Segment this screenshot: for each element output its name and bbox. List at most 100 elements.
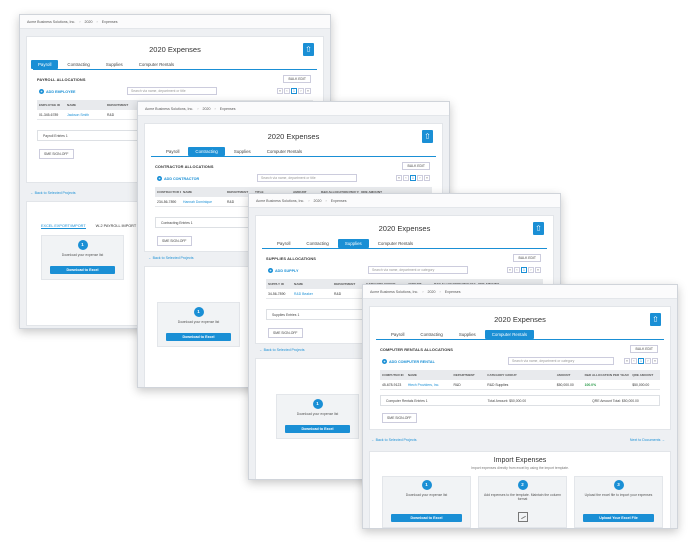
next-page-button[interactable]: › — [298, 88, 304, 94]
tab-supplies[interactable]: Supplies — [337, 239, 369, 248]
tab-payroll[interactable]: Payroll — [31, 60, 59, 69]
last-page-button[interactable]: » — [305, 88, 311, 94]
prev-page-button[interactable]: ‹ — [284, 88, 290, 94]
col-name[interactable]: NAME — [406, 373, 452, 377]
tab-w2-import[interactable]: W-2 PAYROLL IMPORT — [96, 224, 137, 229]
download-excel-button[interactable]: Download to Excel — [166, 333, 231, 341]
tab-payroll[interactable]: Payroll — [384, 330, 411, 339]
tab-supplies[interactable]: Supplies — [99, 60, 130, 69]
prev-page-button[interactable]: ‹ — [631, 358, 637, 364]
sign-off-button[interactable]: SME SIGN-OFF — [39, 149, 74, 159]
upload-icon[interactable]: ⇧ — [650, 313, 661, 326]
breadcrumb-year[interactable]: 2020 — [85, 20, 93, 24]
col-id[interactable]: SUPPLY ID — [266, 282, 292, 286]
next-page-button[interactable]: › — [528, 267, 534, 273]
search-input[interactable]: Search via name, department or title — [257, 174, 357, 182]
breadcrumb-company[interactable]: Acme Business Solutions, Inc. — [256, 199, 304, 203]
tab-computer-rentals[interactable]: Computer Rentals — [132, 60, 181, 69]
search-input[interactable]: Search via name, department or category — [368, 266, 468, 274]
table-row[interactable]: 45-678-9123 Htech Providers, Inc. R&D R&… — [380, 381, 660, 390]
back-link[interactable]: ← Back to Selected Projects — [259, 348, 305, 352]
last-page-button[interactable]: » — [652, 358, 658, 364]
cell-name[interactable]: Hannah Dominique — [181, 200, 225, 204]
tab-computer-rentals[interactable]: Computer Rentals — [371, 239, 420, 248]
breadcrumb-company[interactable]: Acme Business Solutions, Inc. — [27, 20, 75, 24]
bulk-edit-button[interactable]: BULK EDIT — [283, 75, 311, 83]
breadcrumb-year[interactable]: 2020 — [428, 290, 436, 294]
col-id[interactable]: CONTRACTOR ID — [155, 190, 181, 194]
col-name[interactable]: NAME — [181, 190, 225, 194]
next-documents-link[interactable]: Next to Documents → — [630, 438, 665, 442]
breadcrumb-company[interactable]: Acme Business Solutions, Inc. — [370, 290, 418, 294]
cell-name[interactable]: Htech Providers, Inc. — [406, 383, 452, 387]
breadcrumb-page: Expenses — [330, 198, 347, 203]
breadcrumb-company[interactable]: Acme Business Solutions, Inc. — [145, 107, 193, 111]
cell-allocation[interactable]: 100.0% — [583, 383, 631, 387]
bulk-edit-button[interactable]: BULK EDIT — [630, 345, 658, 353]
sign-off-button[interactable]: SME SIGN-OFF — [268, 328, 303, 338]
col-category[interactable]: CATEGORY GROUP — [485, 373, 555, 377]
col-amount[interactable]: AMOUNT — [555, 373, 583, 377]
upload-icon[interactable]: ⇧ — [422, 130, 433, 143]
col-allocation[interactable]: R&D ALLOCATION PER YEAR — [583, 373, 631, 377]
tab-contracting[interactable]: Contracting — [299, 239, 335, 248]
cell-name[interactable]: Jackson Smith — [65, 113, 105, 117]
last-page-button[interactable]: » — [535, 267, 541, 273]
back-link[interactable]: ← Back to Selected Projects — [148, 256, 194, 260]
col-department[interactable]: DEPARTMENT — [452, 373, 486, 377]
breadcrumb-year[interactable]: 2020 — [203, 107, 211, 111]
col-name[interactable]: NAME — [65, 103, 105, 107]
col-name[interactable]: NAME — [292, 282, 332, 286]
col-id[interactable]: COMPUTER ID — [380, 373, 406, 377]
download-excel-button[interactable]: Download to Excel — [50, 266, 115, 274]
add-employee-button[interactable]: + ADD EMPLOYEE — [39, 89, 76, 94]
tab-contracting[interactable]: Contracting — [60, 60, 96, 69]
add-supply-button[interactable]: + ADD SUPPLY — [268, 268, 298, 273]
tab-payroll[interactable]: Payroll — [159, 147, 186, 156]
current-page[interactable]: 1 — [410, 175, 416, 181]
prev-page-button[interactable]: ‹ — [514, 267, 520, 273]
search-input[interactable]: Search via name, department or title — [127, 87, 217, 95]
section-title: SUPPLIES ALLOCATIONS — [266, 256, 316, 261]
col-qre[interactable]: QRE AMOUNT — [630, 373, 660, 377]
download-excel-button[interactable]: Download to Excel — [391, 514, 462, 522]
tab-excel-import[interactable]: EXCEL EXPORT/IMPORT — [41, 224, 86, 229]
first-page-button[interactable]: « — [396, 175, 402, 181]
tab-contracting[interactable]: Contracting — [188, 147, 225, 156]
col-id[interactable]: EMPLOYEE ID — [37, 103, 65, 107]
cell-name[interactable]: R&D Beaker — [292, 292, 332, 296]
tab-computer-rentals[interactable]: Computer Rentals — [484, 330, 535, 339]
col-department[interactable]: DEPARTMENT — [105, 103, 135, 107]
current-page[interactable]: 1 — [291, 88, 297, 94]
step-text: Download your expense list — [405, 493, 448, 497]
tab-contracting[interactable]: Contracting — [413, 330, 449, 339]
bulk-edit-button[interactable]: BULK EDIT — [402, 162, 430, 170]
last-page-button[interactable]: » — [424, 175, 430, 181]
search-input[interactable]: Search via name, department or category — [508, 357, 614, 365]
current-page[interactable]: 1 — [521, 267, 527, 273]
first-page-button[interactable]: « — [507, 267, 513, 273]
tab-supplies[interactable]: Supplies — [227, 147, 258, 156]
back-link[interactable]: ← Back to Selected Projects — [371, 438, 417, 442]
tab-computer-rentals[interactable]: Computer Rentals — [260, 147, 309, 156]
next-page-button[interactable]: › — [417, 175, 423, 181]
sign-off-button[interactable]: SME SIGN-OFF — [382, 413, 417, 423]
prev-page-button[interactable]: ‹ — [403, 175, 409, 181]
first-page-button[interactable]: « — [277, 88, 283, 94]
add-computer-rental-button[interactable]: + ADD COMPUTER RENTAL — [382, 359, 435, 364]
next-page-button[interactable]: › — [645, 358, 651, 364]
add-contractor-button[interactable]: + ADD CONTRACTOR — [157, 176, 199, 181]
upload-excel-button[interactable]: Upload Your Excel File — [583, 514, 654, 522]
breadcrumb-year[interactable]: 2020 — [314, 199, 322, 203]
current-page[interactable]: 1 — [638, 358, 644, 364]
sign-off-button[interactable]: SME SIGN-OFF — [157, 236, 192, 246]
bulk-edit-button[interactable]: BULK EDIT — [513, 254, 541, 262]
col-department[interactable]: DEPARTMENT — [332, 282, 364, 286]
upload-icon[interactable]: ⇧ — [303, 43, 314, 56]
tab-payroll[interactable]: Payroll — [270, 239, 297, 248]
back-link[interactable]: ← Back to Selected Projects — [30, 191, 76, 195]
download-excel-button[interactable]: Download to Excel — [285, 425, 350, 433]
tab-supplies[interactable]: Supplies — [452, 330, 483, 339]
first-page-button[interactable]: « — [624, 358, 630, 364]
upload-icon[interactable]: ⇧ — [533, 222, 544, 235]
